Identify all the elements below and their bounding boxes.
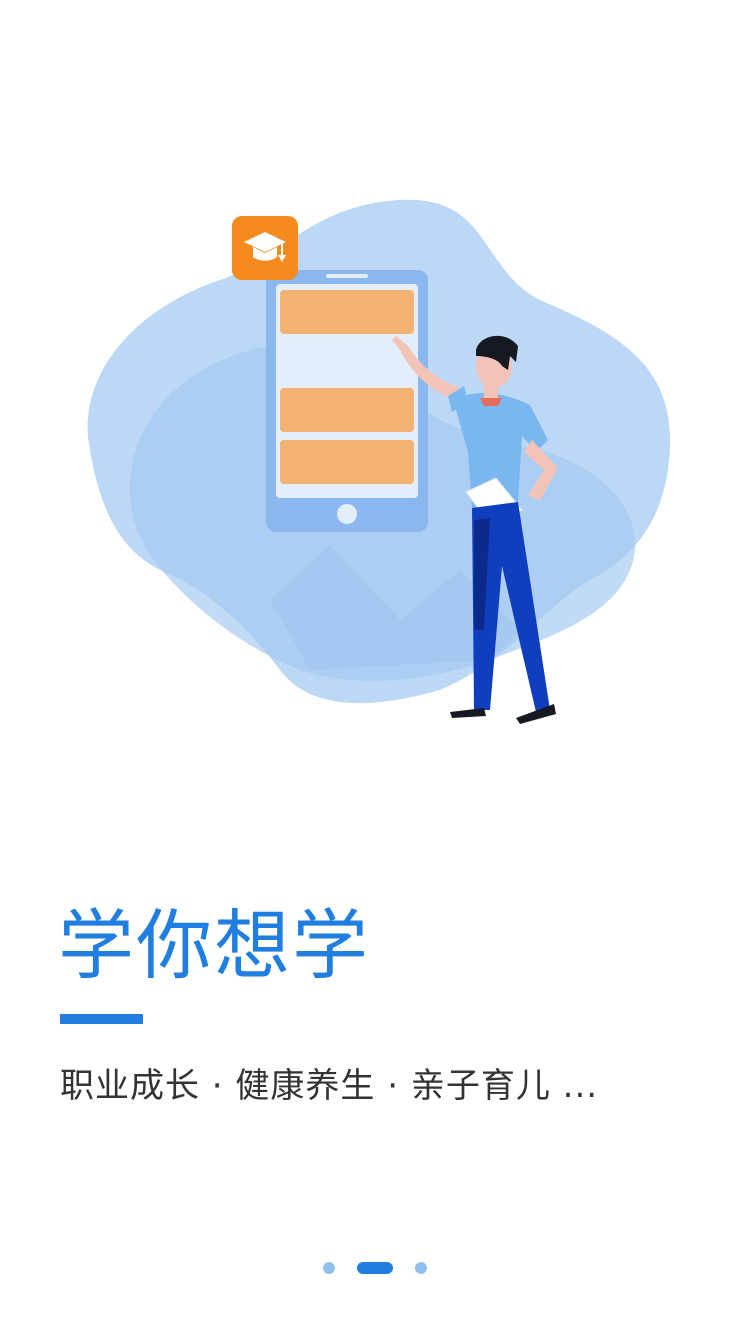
page-dot-2-active[interactable] (357, 1262, 393, 1274)
illustration-svg (87, 199, 670, 724)
headline-underline (60, 1014, 143, 1024)
page-dot-3[interactable] (415, 1262, 427, 1274)
phone-home-button (337, 504, 357, 524)
page-indicator (0, 1262, 750, 1274)
onboarding-subtitle: 职业成长 · 健康养生 · 亲子育儿 ... (60, 1066, 599, 1106)
onboarding-illustration (70, 190, 680, 730)
phone-speaker (326, 274, 368, 278)
onboarding-headline: 学你想学 (58, 901, 370, 990)
phone-card-3 (280, 440, 414, 484)
phone-card-2 (280, 388, 414, 432)
phone-card-1 (280, 290, 414, 334)
page-dot-1[interactable] (323, 1262, 335, 1274)
